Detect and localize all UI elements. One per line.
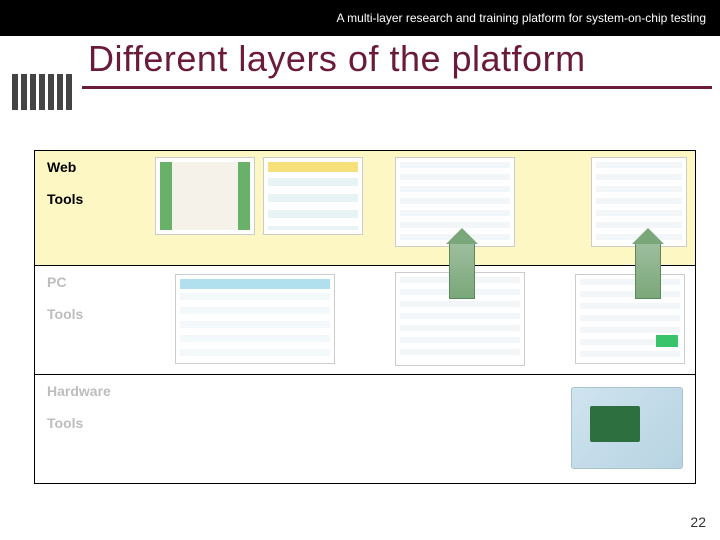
barcode-logo-icon: [12, 74, 72, 110]
pc-screenshot-3: [575, 274, 685, 364]
up-arrow-icon: [635, 241, 661, 299]
layer-web-subtitle: Tools: [47, 191, 683, 207]
hardware-board-image: [571, 387, 683, 469]
page-number: 22: [690, 514, 706, 530]
web-screenshot-1: [155, 157, 255, 235]
top-bar-subtitle: A multi-layer research and training plat…: [337, 11, 707, 25]
slide-header: Different layers of the platform: [0, 36, 720, 110]
up-arrow-icon: [449, 241, 475, 299]
web-screenshot-2: [263, 157, 363, 235]
layer-web: Web Tools: [34, 150, 696, 266]
title-underline: [82, 86, 712, 89]
layer-pc: PC Tools: [34, 265, 696, 375]
layer-web-title: Web: [47, 159, 683, 175]
layers-container: Web Tools PC Tools Hardware Tools: [34, 150, 696, 483]
layer-hardware: Hardware Tools: [34, 374, 696, 484]
top-bar: A multi-layer research and training plat…: [0, 0, 720, 36]
slide-title: Different layers of the platform: [88, 38, 586, 80]
pc-screenshot-1: [175, 274, 335, 364]
